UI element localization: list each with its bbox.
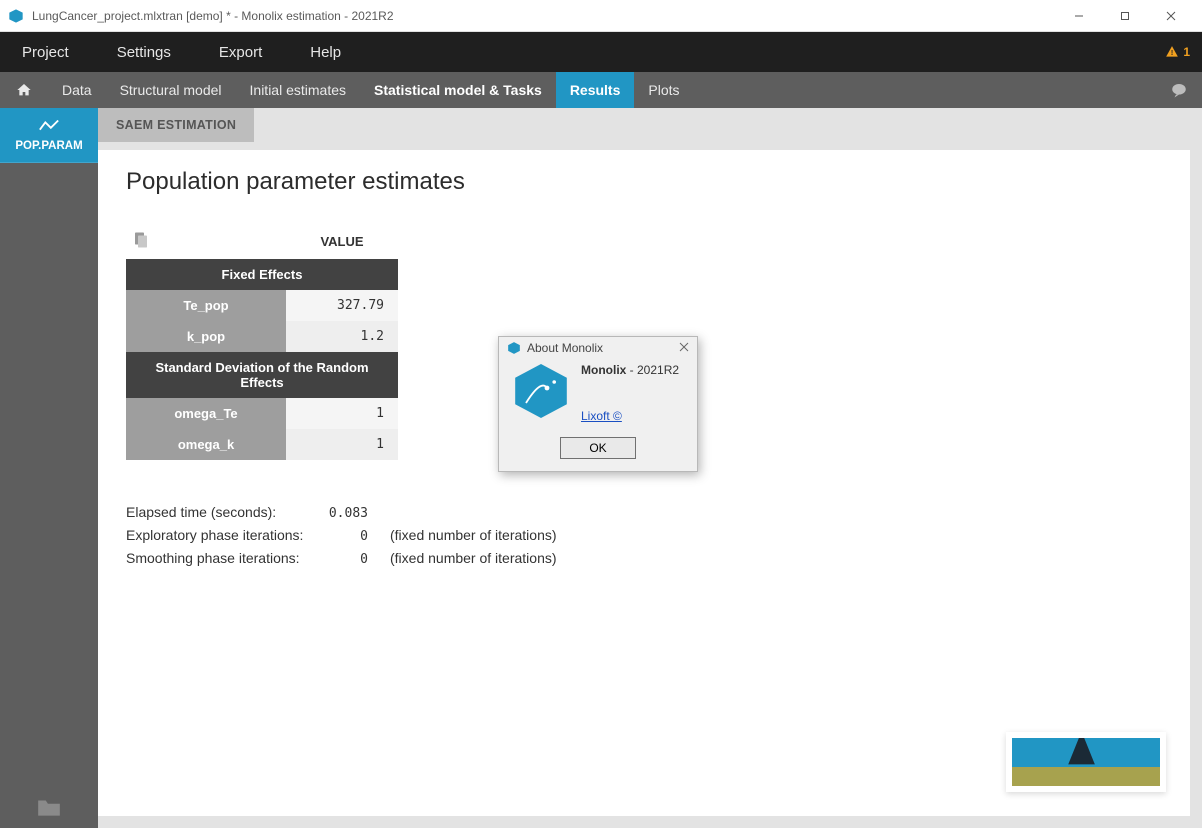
window-controls: [1056, 0, 1194, 32]
product-version: 2021R2: [637, 363, 679, 377]
exploratory-value: 0: [324, 529, 368, 544]
product-name: Monolix: [581, 363, 626, 377]
exploratory-note: (fixed number of iterations): [390, 527, 557, 543]
elapsed-label: Elapsed time (seconds):: [126, 504, 306, 520]
chart-icon: [38, 118, 60, 134]
minimize-button[interactable]: [1056, 0, 1102, 32]
smoothing-label: Smoothing phase iterations:: [126, 550, 306, 566]
mini-chart-thumbnail[interactable]: [1006, 732, 1166, 792]
smoothing-value: 0: [324, 552, 368, 567]
menu-project[interactable]: Project: [12, 40, 79, 65]
content-area: SAEM ESTIMATION Population parameter est…: [98, 108, 1202, 828]
window-titlebar: LungCancer_project.mlxtran [demo] * - Mo…: [0, 0, 1202, 32]
section-random-effects: Standard Deviation of the Random Effects: [126, 352, 398, 398]
left-sidebar: POP.PARAM: [0, 108, 98, 828]
menubar: Project Settings Export Help ! 1: [0, 32, 1202, 72]
tab-statistical-model-tasks[interactable]: Statistical model & Tasks: [360, 72, 556, 108]
exploratory-label: Exploratory phase iterations:: [126, 527, 306, 543]
home-tab[interactable]: [0, 72, 48, 108]
table-row: Te_pop 327.79: [126, 290, 398, 321]
app-icon: [8, 8, 24, 24]
subtab-saem-estimation[interactable]: SAEM ESTIMATION: [98, 108, 254, 142]
section-fixed-effects: Fixed Effects: [126, 259, 398, 290]
subtabbar: SAEM ESTIMATION: [98, 108, 1202, 142]
parameter-table: VALUE Fixed Effects Te_pop 327.79 k_pop …: [126, 224, 398, 460]
warning-indicator[interactable]: ! 1: [1165, 45, 1190, 59]
chat-icon[interactable]: [1170, 81, 1188, 99]
tab-results[interactable]: Results: [556, 72, 635, 108]
smoothing-note: (fixed number of iterations): [390, 550, 557, 566]
warning-icon: !: [1165, 45, 1179, 59]
execution-stats: Elapsed time (seconds): 0.083 Explorator…: [126, 504, 1162, 567]
content-card: Population parameter estimates VALUE Fix…: [98, 150, 1190, 816]
dialog-titlebar: About Monolix: [499, 337, 697, 359]
menu-help[interactable]: Help: [300, 40, 351, 65]
menu-settings[interactable]: Settings: [107, 40, 181, 65]
param-name: omega_Te: [126, 398, 286, 429]
param-value: 327.79: [286, 290, 398, 321]
tab-structural-model[interactable]: Structural model: [106, 72, 236, 108]
close-icon: [679, 342, 689, 352]
home-icon: [16, 82, 32, 98]
copy-icon[interactable]: [132, 231, 150, 249]
tab-initial-estimates[interactable]: Initial estimates: [236, 72, 360, 108]
dialog-close-button[interactable]: [679, 341, 689, 355]
svg-text:!: !: [1171, 50, 1173, 57]
main-shell: POP.PARAM SAEM ESTIMATION Population par…: [0, 108, 1202, 828]
table-row: omega_Te 1: [126, 398, 398, 429]
window-title: LungCancer_project.mlxtran [demo] * - Mo…: [32, 9, 1056, 23]
sidebar-item-label: POP.PARAM: [15, 140, 82, 152]
tab-data[interactable]: Data: [48, 72, 106, 108]
tabbar: Data Structural model Initial estimates …: [0, 72, 1202, 108]
sidebar-item-popparam[interactable]: POP.PARAM: [0, 108, 98, 163]
product-hexagon-icon: [511, 361, 571, 421]
close-button[interactable]: [1148, 0, 1194, 32]
about-dialog: About Monolix Monolix - 2021R2: [498, 336, 698, 472]
maximize-button[interactable]: [1102, 0, 1148, 32]
table-row: omega_k 1: [126, 429, 398, 460]
folder-icon: [36, 796, 62, 818]
table-row: k_pop 1.2: [126, 321, 398, 352]
folder-button[interactable]: [0, 786, 98, 828]
app-icon: [507, 341, 521, 355]
warning-count: 1: [1183, 45, 1190, 59]
param-value: 1: [286, 429, 398, 460]
param-name: omega_k: [126, 429, 286, 460]
lixoft-link[interactable]: Lixoft ©: [581, 409, 622, 423]
param-value: 1.2: [286, 321, 398, 352]
menu-export[interactable]: Export: [209, 40, 272, 65]
ok-button[interactable]: OK: [560, 437, 636, 459]
param-name: k_pop: [126, 321, 286, 352]
chat-icon-area: [1170, 72, 1202, 108]
tab-plots[interactable]: Plots: [634, 72, 693, 108]
page-title: Population parameter estimates: [126, 168, 1162, 196]
column-header-value: VALUE: [286, 224, 398, 259]
elapsed-value: 0.083: [324, 506, 368, 521]
param-name: Te_pop: [126, 290, 286, 321]
dialog-body-text: Monolix - 2021R2 Lixoft ©: [581, 361, 679, 425]
param-value: 1: [286, 398, 398, 429]
dialog-title: About Monolix: [527, 341, 603, 355]
